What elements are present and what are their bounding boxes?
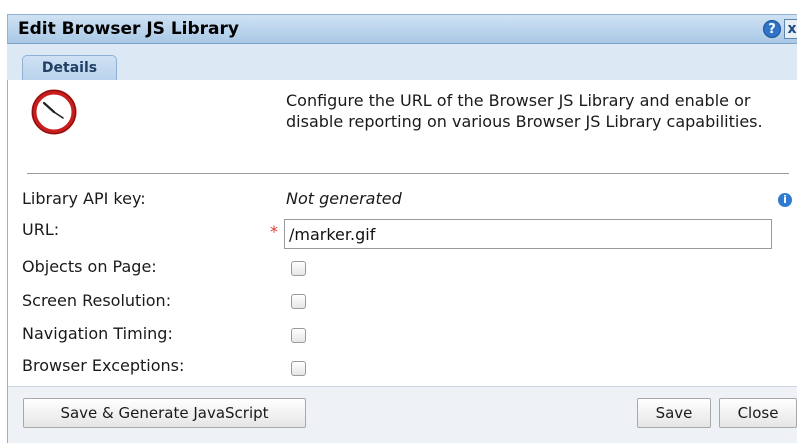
tab-details[interactable]: Details (22, 55, 117, 81)
tab-strip: Details (7, 44, 797, 81)
api-key-label: Library API key: (22, 189, 146, 208)
info-icon[interactable]: i (778, 193, 792, 207)
screen-resolution-label: Screen Resolution: (22, 291, 172, 310)
save-button[interactable]: Save (637, 398, 711, 428)
clock-icon (31, 89, 77, 135)
browser-exceptions-checkbox[interactable] (291, 361, 306, 376)
close-button[interactable]: Close (719, 398, 797, 428)
required-marker: * (270, 222, 278, 241)
help-icon[interactable]: ? (763, 20, 781, 38)
navigation-timing-label: Navigation Timing: (22, 324, 173, 343)
api-key-value: Not generated (286, 189, 402, 208)
url-label: URL: (22, 220, 60, 239)
navigation-timing-checkbox[interactable] (291, 328, 306, 343)
save-and-generate-button[interactable]: Save & Generate JavaScript (23, 398, 306, 428)
browser-exceptions-label: Browser Exceptions: (22, 356, 185, 375)
close-icon[interactable]: x (784, 19, 797, 39)
dialog-titlebar[interactable]: Edit Browser JS Library ? x (7, 14, 797, 44)
edit-browser-js-library-dialog: Edit Browser JS Library ? x Details Conf… (0, 0, 797, 443)
dialog-description: Configure the URL of the Browser JS Libr… (286, 91, 763, 131)
url-input[interactable] (284, 219, 772, 249)
dialog-title: Edit Browser JS Library (18, 19, 239, 39)
objects-on-page-label: Objects on Page: (22, 257, 157, 276)
screen-resolution-checkbox[interactable] (291, 294, 306, 309)
objects-on-page-checkbox[interactable] (291, 261, 306, 276)
divider (27, 173, 789, 174)
